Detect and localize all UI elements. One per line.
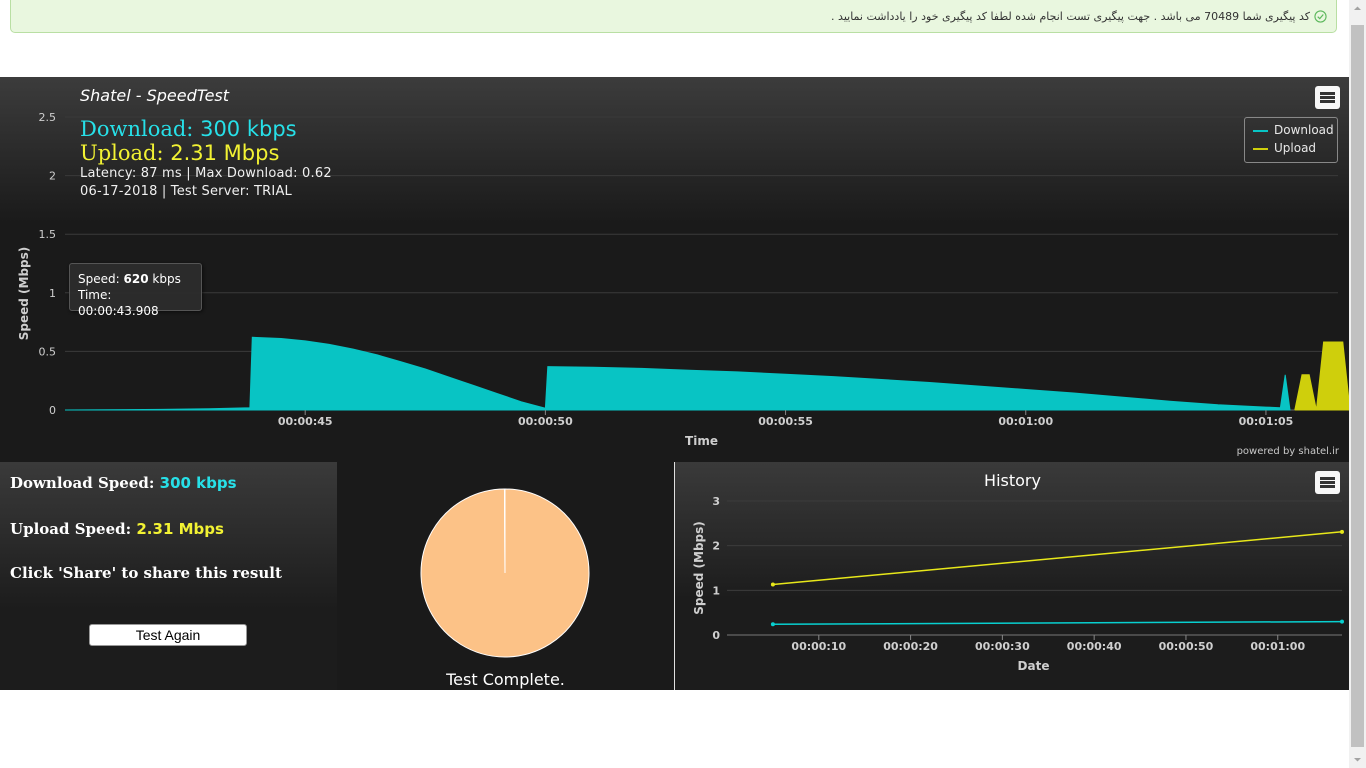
latency-line: Latency: 87 ms | Max Download: 0.62 <box>80 166 332 181</box>
x-tick-label: 00:01:05 <box>1239 415 1294 428</box>
legend-label-upload: Upload <box>1274 141 1317 155</box>
history-line-upload <box>772 531 1343 586</box>
upload-speed-value: 2.31 Mbps <box>136 520 224 538</box>
scrollbar-thumb[interactable] <box>1351 25 1364 747</box>
date-server-line: 06-17-2018 | Test Server: TRIAL <box>80 184 292 199</box>
upload-speed-label: Upload Speed: <box>10 520 132 538</box>
tooltip-speed-value: 620 <box>123 272 149 286</box>
powered-by-link[interactable]: powered by shatel.ir <box>1237 446 1339 457</box>
y-tick-label: 1 <box>49 287 56 300</box>
download-summary-label: Download: <box>80 117 194 141</box>
tooltip-time-value: 00:00:43.908 <box>78 304 159 318</box>
legend-swatch-download <box>1253 129 1268 132</box>
y-tick-label: 0.5 <box>39 345 57 358</box>
tooltip-time-label: Time: <box>78 288 112 302</box>
history-point-upload <box>1340 529 1344 534</box>
tooltip-speed-label: Speed: <box>78 272 120 286</box>
history-line-download <box>772 620 1343 626</box>
x-tick-label: 00:00:45 <box>278 415 333 428</box>
progress-pie-chart <box>420 488 590 658</box>
history-x-tick-label: 00:00:40 <box>1067 640 1122 653</box>
page-scrollbar[interactable] <box>1349 0 1366 768</box>
tooltip-speed: Speed: 620 kbps <box>78 271 193 287</box>
x-tick-label: 00:01:00 <box>998 415 1053 428</box>
history-x-tick-label: 00:00:10 <box>791 640 846 653</box>
chart-title: Shatel - SpeedTest <box>80 86 230 105</box>
download-summary-value: 300 kbps <box>200 117 297 141</box>
history-menu-button[interactable] <box>1315 471 1340 494</box>
history-point-download <box>770 622 775 627</box>
speed-summary: Download: 300 kbps Upload: 2.31 Mbps Lat… <box>80 117 332 201</box>
pie-slice-1 <box>503 488 506 574</box>
history-y-tick-label: 3 <box>712 495 720 508</box>
download-speed-value: 300 kbps <box>159 474 237 492</box>
y-tick-label: 0 <box>49 404 56 417</box>
upload-speed-row: Upload Speed: 2.31 Mbps <box>10 520 224 538</box>
hamburger-menu-icon-line <box>1320 485 1335 488</box>
y-tick-label: 1.5 <box>39 228 57 241</box>
tooltip-time: Time: 00:00:43.908 <box>78 287 193 319</box>
upload-summary-value: 2.31 Mbps <box>170 141 280 165</box>
scroll-up-arrow-icon[interactable] <box>1349 0 1366 17</box>
x-tick-label: 00:00:50 <box>518 415 573 428</box>
test-status: Test Complete. <box>446 670 565 689</box>
check-circle-icon <box>1314 10 1327 23</box>
y-axis-label: Speed (Mbps) <box>17 247 31 341</box>
hamburger-menu-icon-line <box>1320 96 1335 99</box>
alert-message: کد پیگیری شما 70489 می باشد . جهت پیگیری… <box>831 10 1310 23</box>
history-x-tick-label: 00:00:20 <box>883 640 938 653</box>
series-area-download <box>64 336 1291 411</box>
share-hint: Click 'Share' to share this result <box>10 564 282 582</box>
history-point-upload <box>770 582 775 587</box>
y-tick-label: 2.5 <box>39 111 57 124</box>
history-x-tick-label: 00:00:30 <box>975 640 1030 653</box>
speedtest-chart-panel: 0 0.5 1 1.5 2 2.5 00:00:45 00:00:50 00:00:55 00:0… <box>0 77 1350 462</box>
history-point-download <box>1340 619 1344 624</box>
history-y-tick-label: 1 <box>712 584 720 597</box>
x-tick-label: 00:00:55 <box>758 415 813 428</box>
series-area-upload <box>1294 341 1350 411</box>
history-x-axis-label: Date <box>1018 659 1050 673</box>
hamburger-menu-icon <box>1320 477 1335 480</box>
history-title: History <box>984 471 1041 490</box>
test-again-button[interactable]: Test Again <box>89 624 247 646</box>
legend-item-download[interactable]: Download <box>1253 123 1334 137</box>
chart-menu-button[interactable] <box>1315 86 1340 109</box>
download-summary: Download: 300 kbps <box>80 117 332 141</box>
y-tick-label: 2 <box>49 170 56 183</box>
legend-label-download: Download <box>1274 123 1334 137</box>
scroll-down-arrow-icon[interactable] <box>1349 751 1366 768</box>
history-y-axis-label: Speed (Mbps) <box>692 521 706 615</box>
legend-item-upload[interactable]: Upload <box>1253 141 1316 155</box>
history-chart: 0 1 2 3 00:00:10 00:00:20 00:00:30 00:00:40 00:0… <box>692 495 1344 673</box>
hamburger-menu-icon-line <box>1320 100 1335 103</box>
download-speed-label: Download Speed: <box>10 474 155 492</box>
download-speed-row: Download Speed: 300 kbps <box>10 474 237 492</box>
upload-summary-label: Upload: <box>80 141 164 165</box>
history-panel: 0 1 2 3 00:00:10 00:00:20 00:00:30 00:00:40 00:0… <box>675 462 1350 690</box>
hamburger-menu-icon <box>1320 92 1335 95</box>
result-panel: Download Speed: 300 kbps Upload Speed: 2… <box>0 462 337 690</box>
x-axis-label: Time <box>685 434 718 448</box>
chart-legend: Download Upload <box>1244 117 1338 163</box>
upload-summary: Upload: 2.31 Mbps <box>80 141 332 165</box>
history-x-tick-label: 00:01:00 <box>1250 640 1305 653</box>
tracking-code-alert: کد پیگیری شما 70489 می باشد . جهت پیگیری… <box>10 0 1337 33</box>
history-y-tick-label: 0 <box>712 629 720 642</box>
history-y-tick-label: 2 <box>712 540 720 553</box>
tooltip-speed-unit: kbps <box>152 272 181 286</box>
history-x-tick-label: 00:00:50 <box>1159 640 1214 653</box>
legend-swatch-upload <box>1253 147 1268 150</box>
chart-tooltip: Speed: 620 kbps Time: 00:00:43.908 <box>69 263 202 318</box>
gauge-panel: Test Complete. <box>337 462 674 690</box>
hamburger-menu-icon-line <box>1320 481 1335 484</box>
